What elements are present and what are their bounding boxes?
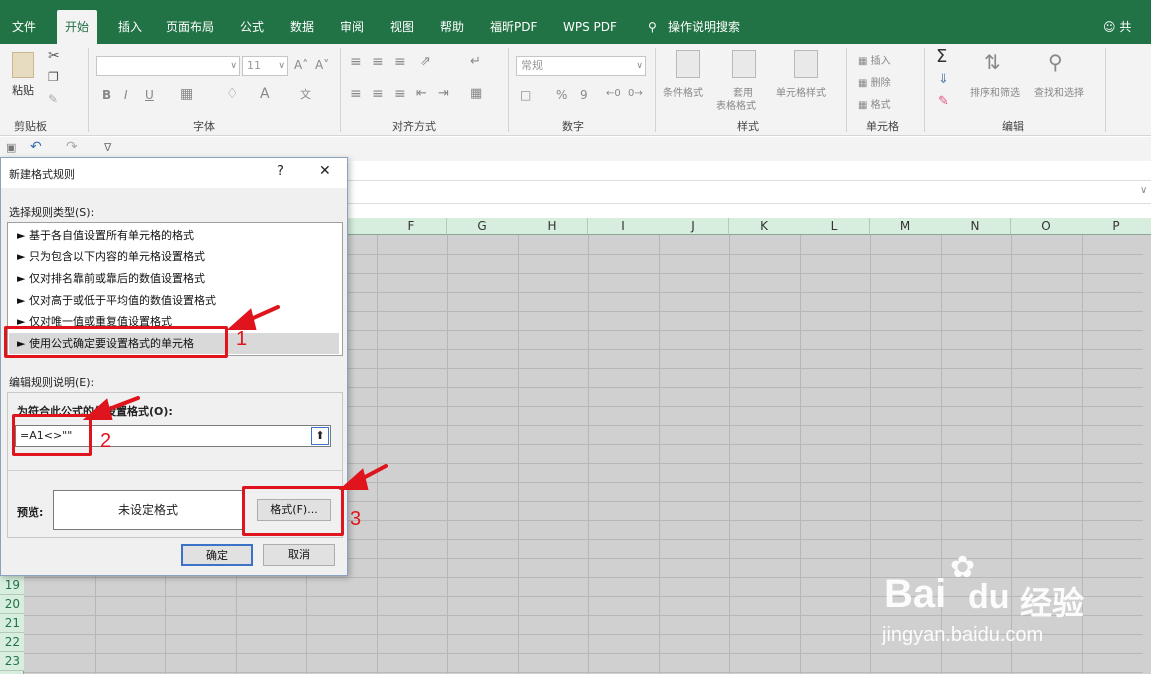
watermark-brand: Bai — [884, 572, 947, 616]
arrow-3-head — [338, 468, 369, 490]
watermark-url: jingyan.baidu.com — [882, 624, 1044, 646]
baidu-watermark: Bai ✿ du 经验 jingyan.baidu.com — [880, 548, 1150, 658]
arrow-1-head — [226, 308, 257, 330]
watermark-brand-du: du — [968, 578, 1010, 616]
arrow-2-head — [82, 398, 113, 420]
watermark-cn: 经验 — [1020, 584, 1085, 622]
